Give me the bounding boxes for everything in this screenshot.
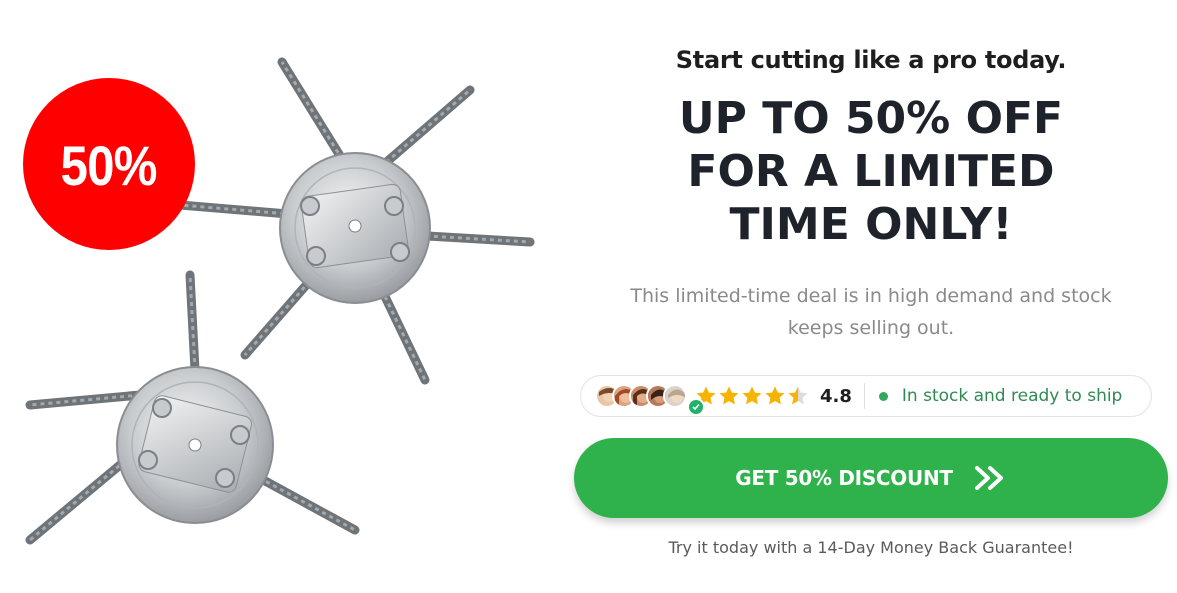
star-icon: [765, 386, 785, 405]
star-icon: [788, 386, 808, 405]
headline-line: FOR A LIMITED: [687, 146, 1055, 197]
product-image-area: 50%: [0, 0, 560, 593]
tagline: Start cutting like a pro today.: [675, 46, 1067, 74]
description-line: This limited-time deal is in high demand…: [630, 285, 1112, 307]
star-icon: [719, 386, 739, 405]
rating-value: 4.8: [820, 385, 852, 407]
double-chevron-right-icon: [974, 466, 1003, 490]
discount-badge-text: 50%: [60, 133, 158, 197]
trust-bar: 4.8 In stock and ready to ship: [580, 375, 1152, 417]
description-line: keeps selling out.: [787, 317, 955, 339]
get-discount-button[interactable]: GET 50% DISCOUNT: [574, 438, 1168, 518]
get-discount-button-label: GET 50% DISCOUNT: [735, 466, 953, 490]
avatar: [663, 384, 687, 408]
star-rating: [695, 385, 810, 407]
stock-status-dot-icon: [878, 391, 888, 401]
divider: [863, 383, 865, 409]
discount-badge: 50%: [23, 78, 195, 250]
guarantee-text: Try it today with a 14-Day Money Back Gu…: [668, 538, 1074, 557]
headline-line: UP TO 50% OFF: [678, 93, 1064, 144]
verified-check-icon: [687, 398, 705, 416]
star-icon: [742, 386, 762, 405]
description: This limited-time deal is in high demand…: [572, 280, 1170, 344]
headline-line: TIME ONLY!: [729, 199, 1013, 250]
headline: UP TO 50% OFF FOR A LIMITED TIME ONLY!: [572, 92, 1170, 251]
customer-avatars: [595, 384, 705, 416]
stock-status-text: In stock and ready to ship: [901, 386, 1123, 406]
